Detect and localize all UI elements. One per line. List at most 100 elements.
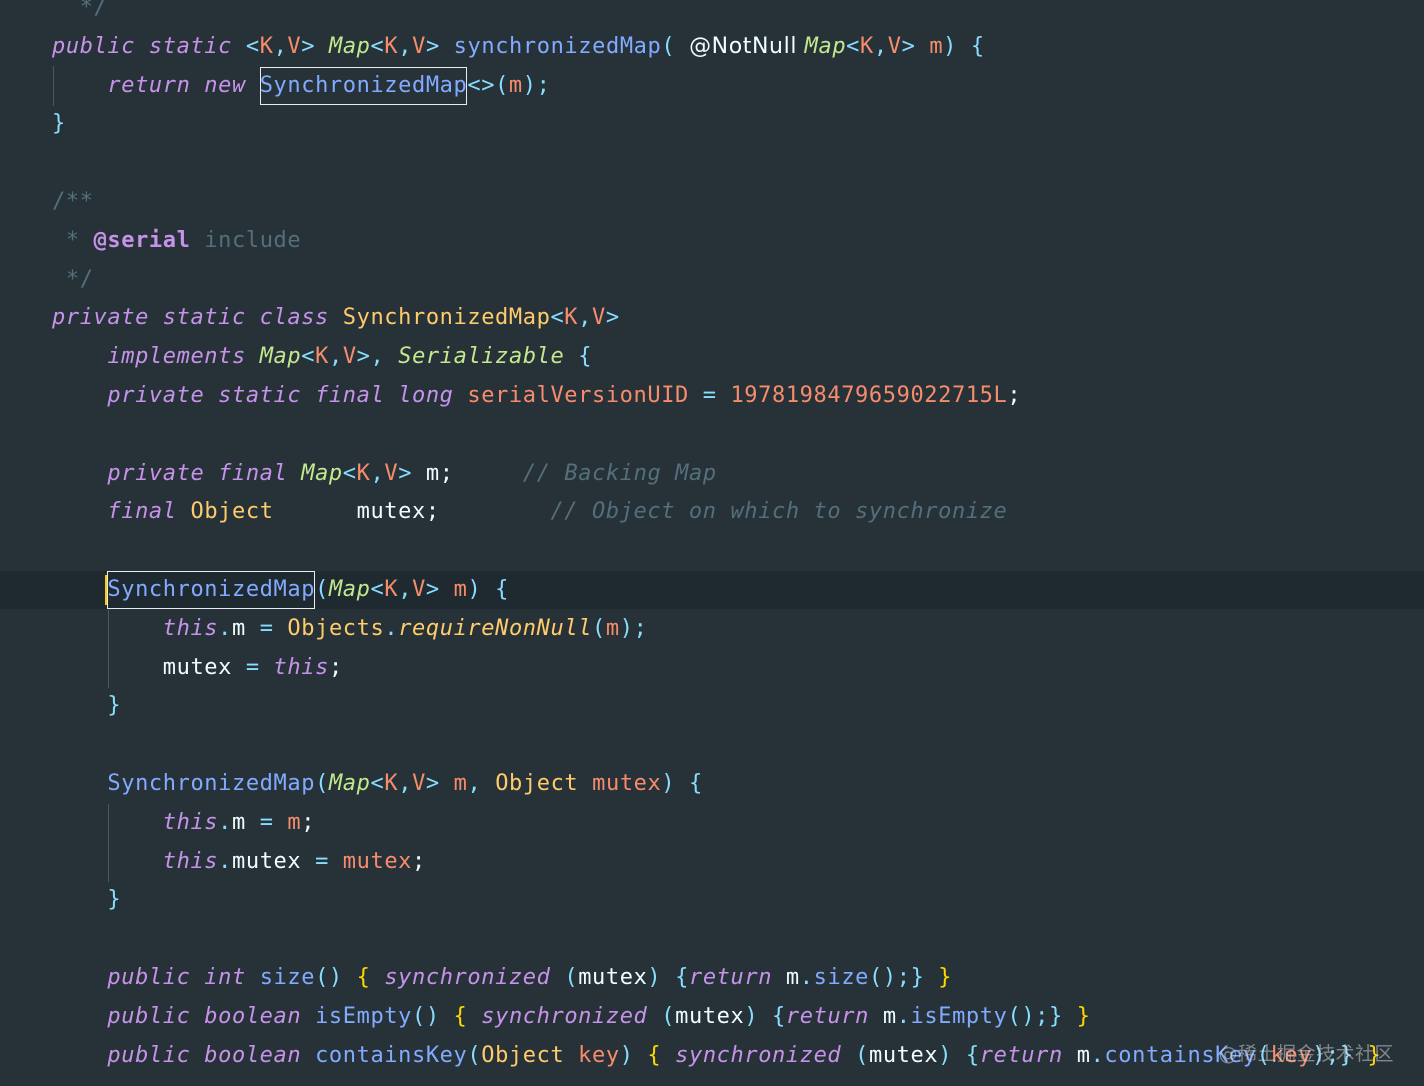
- code-token: m: [785, 965, 800, 990]
- code-line[interactable]: [0, 726, 1424, 764]
- code-token: =: [301, 848, 343, 874]
- code-token: this: [162, 615, 219, 641]
- code-token: (: [564, 965, 579, 990]
- code-token: .: [799, 965, 814, 990]
- code-token: K: [315, 344, 329, 370]
- code-token: ,: [370, 460, 385, 486]
- code-line[interactable]: SynchronizedMap(Map<K,V> m, Object mutex…: [0, 765, 1424, 803]
- code-line[interactable]: [0, 532, 1424, 570]
- code-line[interactable]: [0, 144, 1424, 182]
- code-token: .: [218, 848, 233, 874]
- code-token: private final: [107, 460, 302, 486]
- code-token: ): [744, 1003, 773, 1029]
- code-token: ,: [398, 33, 413, 59]
- code-line[interactable]: private final Map<K,V> m; // Backing Map: [0, 455, 1424, 493]
- code-token: }: [1049, 1003, 1077, 1029]
- code-line[interactable]: public boolean isEmpty() { synchronized …: [0, 998, 1424, 1036]
- code-token: size: [259, 965, 316, 990]
- code-token: {: [965, 1042, 980, 1068]
- code-token: public int: [107, 965, 260, 990]
- code-token: isEmpty: [910, 1003, 1008, 1029]
- code-token: Map: [328, 577, 371, 602]
- code-line[interactable]: this.m = m;: [0, 804, 1424, 842]
- code-token: requireNonNull: [398, 615, 593, 641]
- code-token: Map: [301, 460, 343, 486]
- code-token: (: [661, 1003, 676, 1029]
- code-token: );: [522, 72, 551, 98]
- code-token: (: [661, 33, 690, 59]
- code-token: (): [315, 965, 357, 990]
- code-token: ): [619, 1042, 648, 1068]
- code-token: synchronized: [675, 1042, 856, 1068]
- code-token: <: [342, 460, 357, 486]
- code-token: .: [218, 809, 233, 835]
- code-token: m: [508, 72, 523, 98]
- code-line[interactable]: return new SynchronizedMap<>(m);: [0, 66, 1424, 105]
- code-line[interactable]: private static class SynchronizedMap<K,V…: [0, 299, 1424, 337]
- code-token: =: [688, 383, 731, 408]
- code-token: m: [232, 809, 246, 835]
- code-token: V: [384, 460, 399, 486]
- code-token: this: [273, 654, 329, 680]
- code-token: .: [1090, 1042, 1105, 1068]
- code-token: ;: [328, 654, 343, 680]
- code-token: /**: [52, 189, 94, 214]
- code-line[interactable]: */: [0, 0, 1424, 27]
- indent-guide: [108, 610, 109, 688]
- code-token: ;: [439, 460, 454, 486]
- code-token: V: [412, 771, 426, 796]
- code-token: >: [301, 33, 329, 59]
- code-token: V: [412, 33, 426, 59]
- code-token: return: [688, 965, 786, 990]
- code-token: =: [232, 654, 274, 680]
- code-line[interactable]: * @serial include: [0, 222, 1424, 260]
- code-token: containsKey: [315, 1042, 468, 1068]
- code-line[interactable]: public int size() { synchronized (mutex)…: [0, 959, 1424, 997]
- code-line[interactable]: [0, 920, 1424, 958]
- code-token: V: [287, 33, 302, 59]
- code-line[interactable]: }: [0, 881, 1424, 919]
- code-token: m: [425, 460, 440, 486]
- code-token: ): [647, 965, 676, 990]
- code-token: K: [384, 33, 399, 59]
- code-token: ): [938, 1042, 966, 1068]
- code-token: mutex: [578, 965, 648, 990]
- code-line[interactable]: [0, 416, 1424, 454]
- code-token: }: [910, 965, 939, 990]
- code-line[interactable]: public static <K,V> Map<K,V> synchronize…: [0, 28, 1424, 66]
- code-line[interactable]: this.mutex = mutex;: [0, 843, 1424, 881]
- code-line[interactable]: }: [0, 687, 1424, 725]
- code-token: (: [467, 1042, 482, 1068]
- code-token: V: [342, 344, 357, 370]
- code-line[interactable]: private static final long serialVersionU…: [0, 377, 1424, 415]
- code-editor[interactable]: */public static <K,V> Map<K,V> synchroni…: [0, 0, 1424, 1086]
- code-token: K: [259, 33, 274, 59]
- code-token: Object: [481, 1042, 565, 1068]
- code-line[interactable]: /**: [0, 183, 1424, 221]
- indent-guide: [53, 66, 54, 106]
- code-line[interactable]: final Object mutex; // Object on which t…: [0, 493, 1424, 531]
- code-token: V: [887, 33, 902, 59]
- code-token: <>(: [467, 72, 509, 98]
- code-token: {: [647, 1042, 676, 1068]
- code-token: ,: [873, 33, 888, 59]
- code-line[interactable]: implements Map<K,V>, Serializable {: [0, 338, 1424, 376]
- code-line[interactable]: }: [0, 105, 1424, 143]
- code-line[interactable]: this.m = Objects.requireNonNull(m);: [0, 610, 1424, 648]
- code-line[interactable]: */: [0, 261, 1424, 299]
- code-token: this: [162, 848, 219, 874]
- code-line[interactable]: mutex = this;: [0, 649, 1424, 687]
- code-line[interactable]: SynchronizedMap(Map<K,V> m) {: [0, 571, 1424, 609]
- code-token: (: [315, 577, 329, 602]
- code-line[interactable]: public boolean containsKey(Object key) {…: [0, 1037, 1424, 1075]
- code-token: <: [370, 33, 385, 59]
- code-token: (: [855, 1042, 869, 1068]
- code-token: ,: [398, 577, 413, 602]
- code-token: @NotNull: [689, 33, 805, 59]
- code-token: {: [356, 965, 385, 990]
